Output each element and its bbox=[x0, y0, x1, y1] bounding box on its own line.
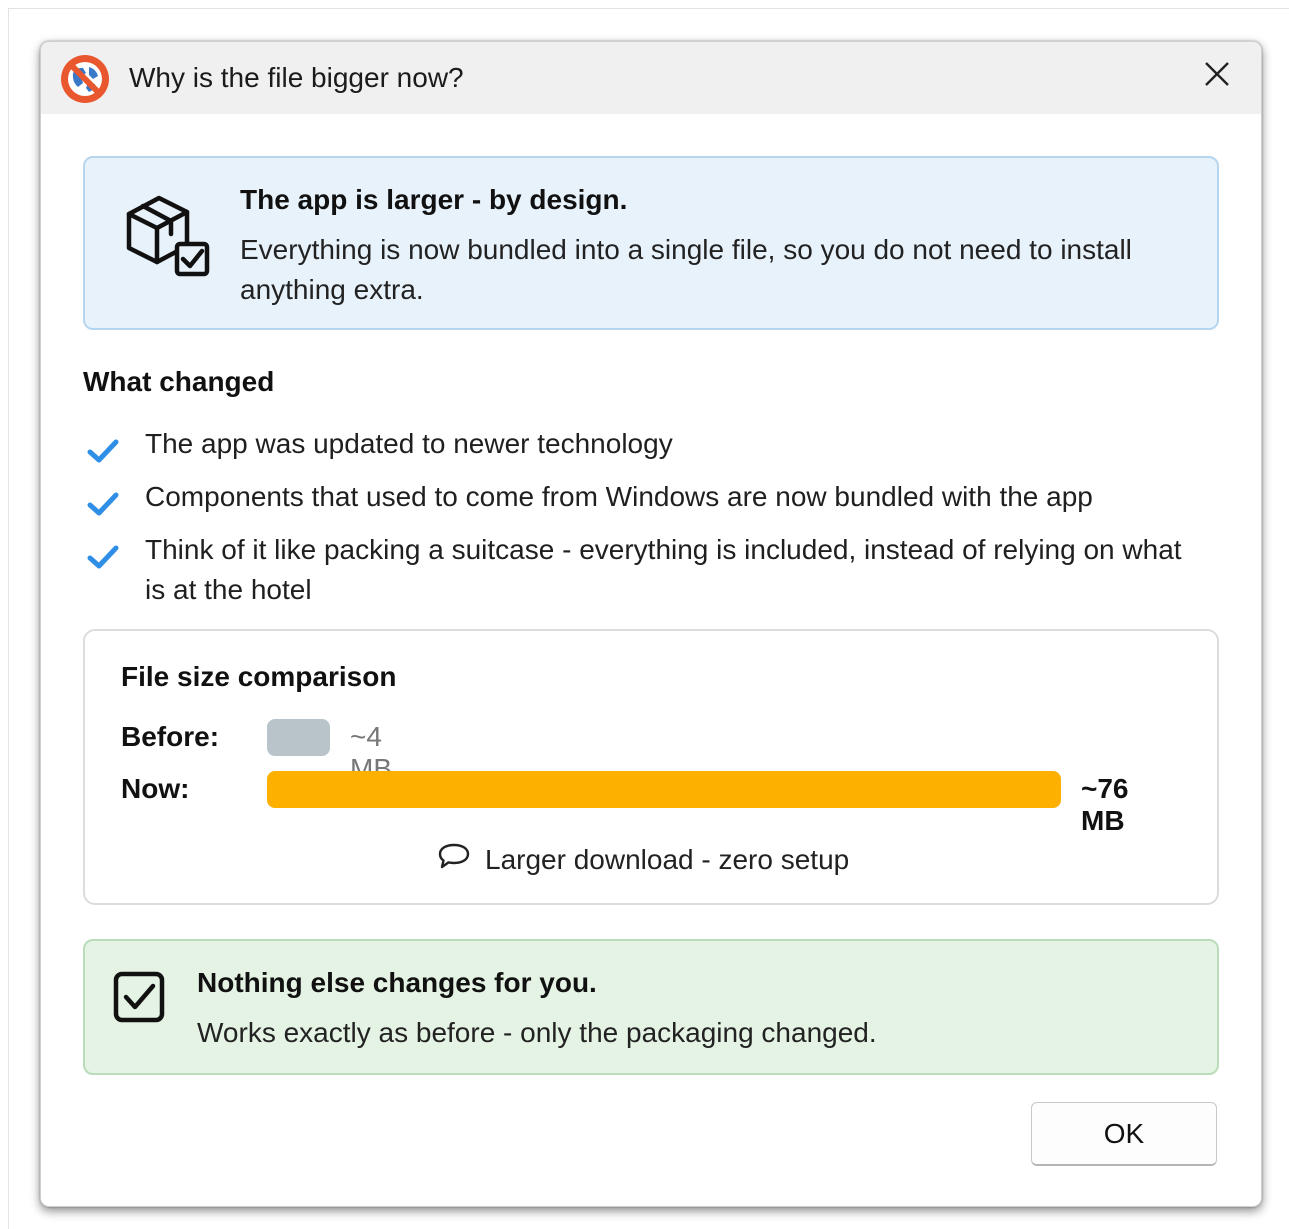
reassurance-panel: Nothing else changes for you. Works exac… bbox=[83, 939, 1219, 1075]
close-icon bbox=[1204, 61, 1230, 92]
comparison-caption: Larger download - zero setup bbox=[437, 841, 849, 878]
caption-text: Larger download - zero setup bbox=[485, 843, 850, 875]
checkmark-icon bbox=[87, 542, 119, 570]
checkmark-icon bbox=[87, 436, 119, 464]
screen-edge-left bbox=[8, 8, 9, 1229]
close-button[interactable] bbox=[1197, 56, 1237, 96]
comparison-title: File size comparison bbox=[121, 661, 397, 692]
info-panel: The app is larger - by design. Everythin… bbox=[83, 156, 1219, 330]
checkbox-icon bbox=[113, 971, 167, 1025]
globe-no-entry-icon bbox=[59, 53, 111, 105]
now-size-value: ~76 MB bbox=[1081, 773, 1129, 836]
list-item: Think of it like packing a suitcase - ev… bbox=[83, 530, 1203, 610]
info-body: Everything is now bundled into a single … bbox=[240, 234, 1132, 305]
dialog-window: Why is the file bigger now? The app is l… bbox=[40, 41, 1262, 1207]
file-size-comparison-card: File size comparison Before: ~4 MB Now: … bbox=[83, 629, 1219, 905]
package-check-icon bbox=[121, 188, 217, 284]
screen-edge-top bbox=[8, 8, 1289, 9]
change-list: The app was updated to newer technology … bbox=[83, 424, 1203, 623]
list-item-text: The app was updated to newer technology bbox=[145, 428, 673, 459]
info-heading: The app is larger - by design. bbox=[240, 184, 628, 215]
checkmark-icon bbox=[87, 489, 119, 517]
window-title: Why is the file bigger now? bbox=[129, 62, 464, 93]
title-bar[interactable]: Why is the file bigger now? bbox=[41, 42, 1261, 114]
list-item: The app was updated to newer technology bbox=[83, 424, 1203, 464]
before-label: Before: bbox=[121, 721, 220, 752]
list-item: Components that used to come from Window… bbox=[83, 477, 1203, 517]
list-item-text: Components that used to come from Window… bbox=[145, 481, 1093, 512]
speech-bubble-icon bbox=[437, 841, 471, 878]
ok-button[interactable]: OK bbox=[1031, 1102, 1217, 1166]
reassurance-heading: Nothing else changes for you. bbox=[197, 967, 597, 998]
before-size-bar bbox=[267, 719, 330, 756]
now-label: Now: bbox=[121, 773, 190, 804]
now-size-bar bbox=[267, 771, 1061, 808]
what-changed-heading: What changed bbox=[83, 366, 275, 397]
reassurance-body: Works exactly as before - only the packa… bbox=[197, 1017, 877, 1048]
list-item-text: Think of it like packing a suitcase - ev… bbox=[145, 534, 1182, 605]
